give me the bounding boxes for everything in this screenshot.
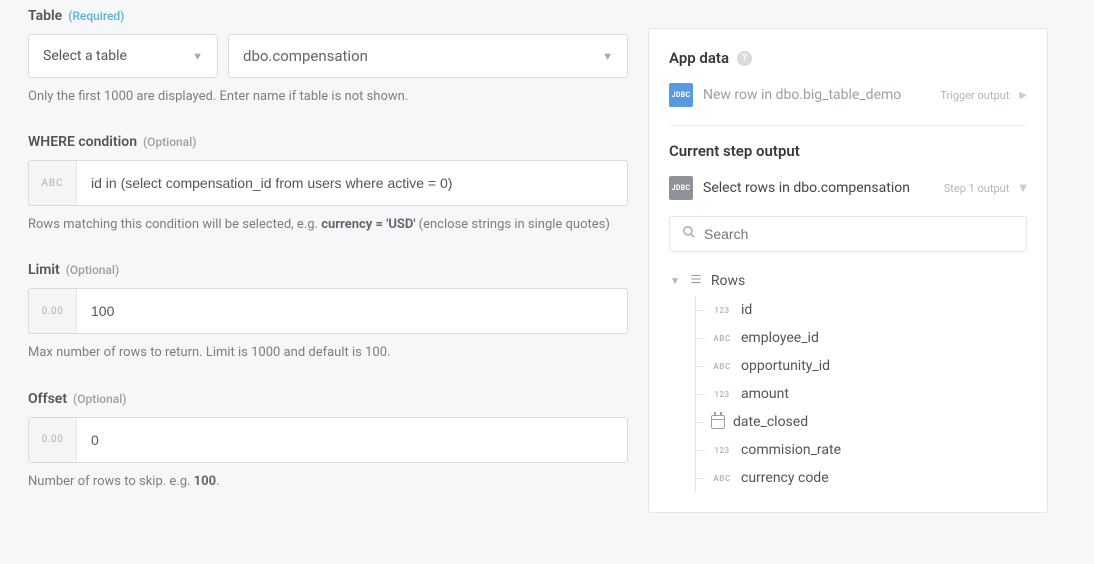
where-label: WHERE condition (Optional) [28, 134, 628, 150]
text-type-icon: ABC [711, 334, 733, 343]
app-data-header: App data ? [669, 49, 1027, 67]
fields-tree: ▼ Rows 123 id ABC employee_id ABC opportunity… [669, 266, 1027, 492]
search-input[interactable] [704, 226, 1014, 242]
limit-label: Limit (Optional) [28, 262, 628, 278]
field-name: employee_id [741, 330, 819, 346]
where-field: WHERE condition (Optional) ABC Rows matc… [28, 134, 628, 234]
number-type-icon: 123 [711, 446, 733, 455]
where-helper: Rows matching this condition will be sel… [28, 216, 628, 234]
calendar-icon [711, 415, 725, 429]
offset-input-row: 0.00 [28, 417, 628, 463]
divider [669, 125, 1027, 126]
number-type-icon: 123 [711, 306, 733, 315]
number-type-icon: 123 [711, 390, 733, 399]
offset-field: Offset (Optional) 0.00 Number of rows to… [28, 391, 628, 491]
field-item[interactable]: date_closed [671, 408, 1027, 436]
required-tag: (Required) [68, 9, 124, 23]
limit-helper: Max number of rows to return. Limit is 1… [28, 344, 628, 362]
chevron-down-icon: ▶ [1018, 184, 1029, 192]
field-name: currency code [741, 470, 829, 486]
text-type-icon: ABC [711, 474, 733, 483]
number-type-icon: 0.00 [29, 418, 77, 462]
current-output-header: Current step output [669, 142, 1027, 160]
select-table-placeholder: Select a table [43, 48, 127, 64]
trigger-text: New row in dbo.big_table_demo [703, 87, 930, 103]
field-item[interactable]: ABC employee_id [671, 324, 1027, 352]
trigger-row[interactable]: JDBC New row in dbo.big_table_demo Trigg… [669, 79, 1027, 123]
jdbc-icon: JDBC [669, 83, 693, 107]
field-name: commision_rate [741, 442, 841, 458]
chevron-down-icon: ▼ [192, 50, 203, 63]
field-item[interactable]: 123 amount [671, 380, 1027, 408]
caret-down-icon: ▼ [670, 276, 680, 287]
field-item[interactable]: ABC opportunity_id [671, 352, 1027, 380]
optional-tag: (Optional) [66, 263, 119, 277]
help-icon[interactable]: ? [737, 51, 752, 66]
where-input-row: ABC [28, 160, 628, 206]
text-type-icon: ABC [711, 362, 733, 371]
data-panel: App data ? JDBC New row in dbo.big_table… [648, 28, 1048, 513]
table-helper: Only the first 1000 are displayed. Enter… [28, 88, 628, 106]
field-name: opportunity_id [741, 358, 830, 374]
limit-field: Limit (Optional) 0.00 Max number of rows… [28, 262, 628, 362]
table-value-text: dbo.compensation [243, 47, 368, 65]
table-field: Table (Required) Select a table ▼ dbo.co… [28, 8, 628, 106]
app-data-title: App data [669, 49, 729, 67]
limit-label-text: Limit [28, 262, 60, 278]
limit-input[interactable] [77, 289, 627, 333]
rows-label: Rows [711, 273, 745, 289]
limit-input-row: 0.00 [28, 288, 628, 334]
list-icon [689, 272, 703, 290]
trigger-suffix: Trigger output [940, 89, 1009, 102]
field-item[interactable]: 123 id [671, 296, 1027, 324]
offset-input[interactable] [77, 418, 627, 462]
jdbc-icon: JDBC [669, 176, 693, 200]
field-name: date_closed [733, 414, 808, 430]
table-label: Table (Required) [28, 8, 628, 24]
search-icon [682, 225, 696, 243]
optional-tag: (Optional) [143, 135, 196, 149]
select-table-dropdown[interactable]: Select a table ▼ [28, 34, 218, 78]
text-type-icon: ABC [29, 161, 77, 205]
number-type-icon: 0.00 [29, 289, 77, 333]
step-row[interactable]: JDBC Select rows in dbo.compensation Ste… [669, 172, 1027, 216]
field-name: amount [741, 386, 789, 402]
chevron-right-icon: ▶ [1019, 90, 1027, 101]
chevron-down-icon: ▼ [602, 50, 613, 63]
field-name: id [741, 302, 752, 318]
table-label-text: Table [28, 8, 62, 24]
search-box[interactable] [669, 216, 1027, 252]
field-item[interactable]: 123 commision_rate [671, 436, 1027, 464]
step-text: Select rows in dbo.compensation [703, 180, 934, 196]
where-input[interactable] [77, 161, 627, 205]
where-label-text: WHERE condition [28, 134, 137, 150]
table-value-dropdown[interactable]: dbo.compensation ▼ [228, 34, 628, 78]
offset-helper: Number of rows to skip. e.g. 100. [28, 473, 628, 491]
rows-node[interactable]: ▼ Rows [671, 266, 1027, 296]
step-suffix: Step 1 output [944, 182, 1010, 195]
optional-tag: (Optional) [73, 392, 126, 406]
offset-label-text: Offset [28, 391, 67, 407]
field-item[interactable]: ABC currency code [671, 464, 1027, 492]
offset-label: Offset (Optional) [28, 391, 628, 407]
